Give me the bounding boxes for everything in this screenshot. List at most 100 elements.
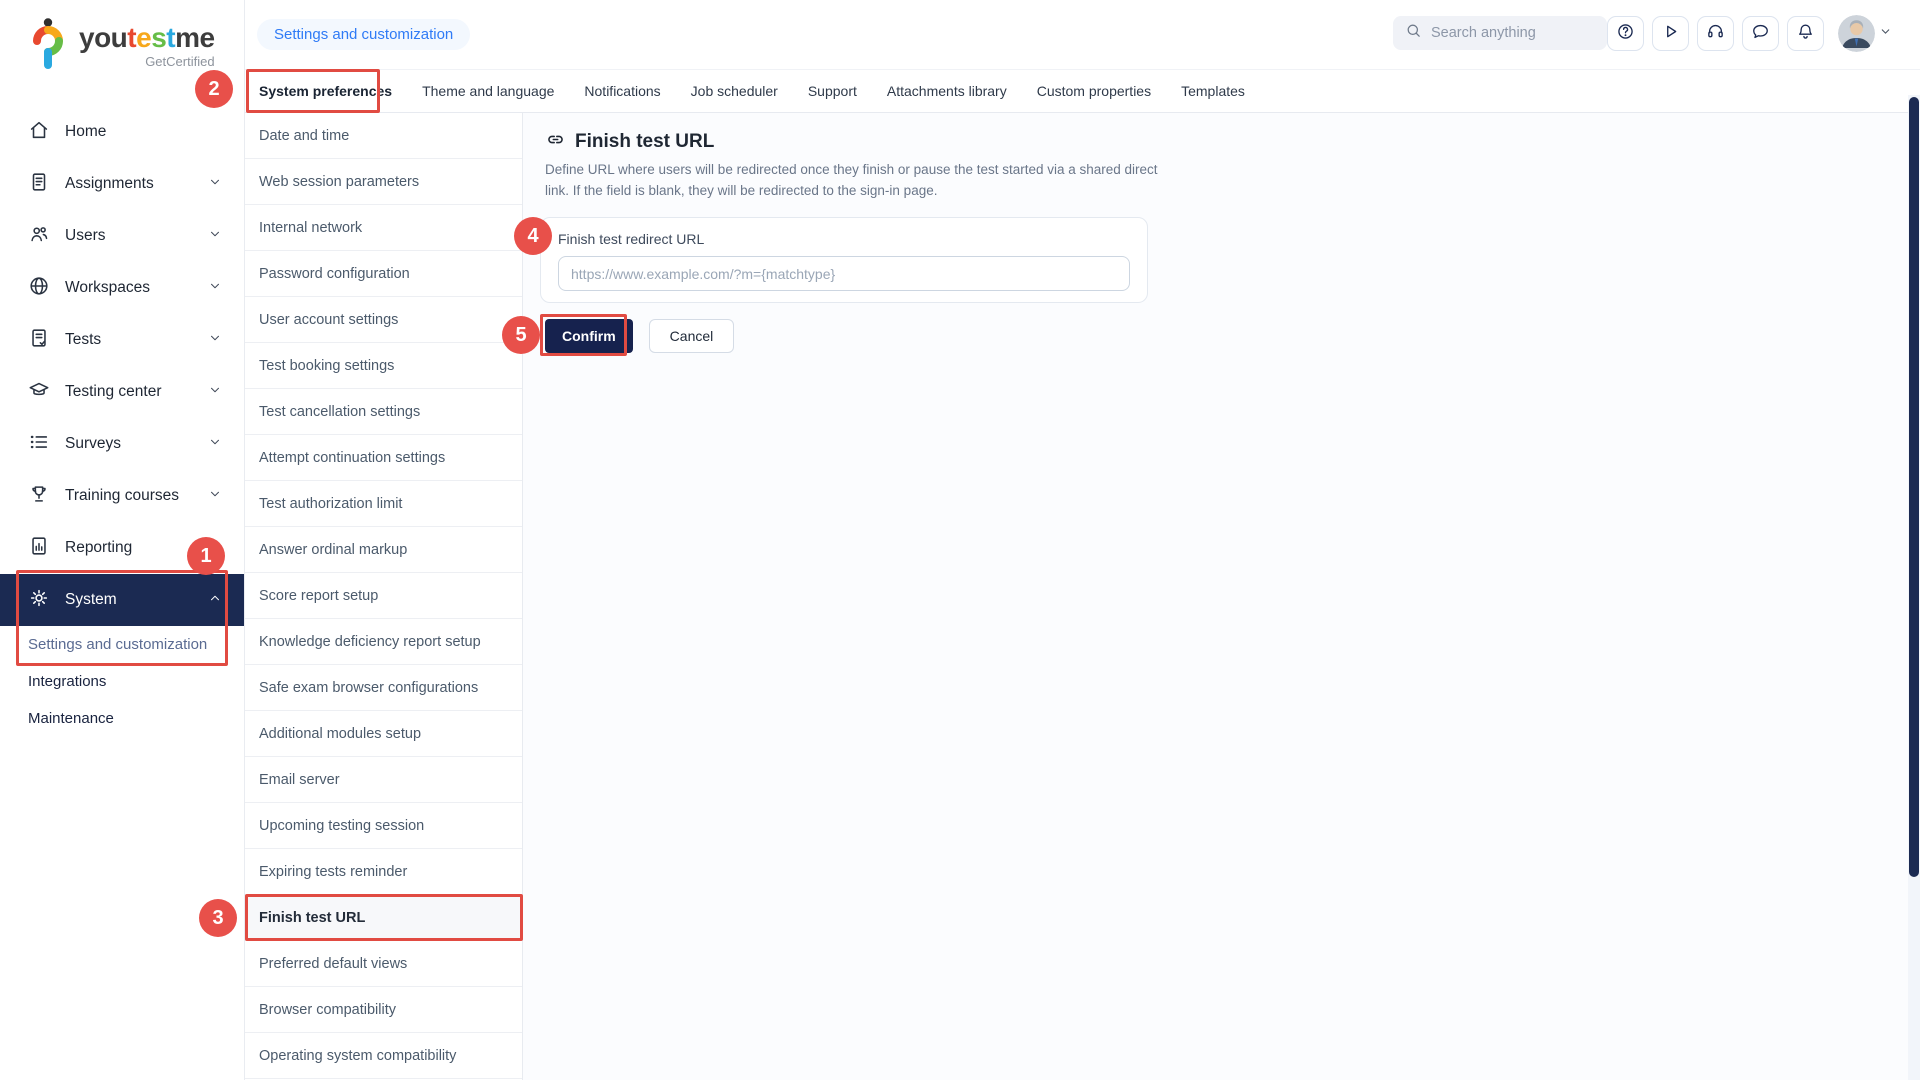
headset-button[interactable] <box>1697 16 1734 51</box>
settings-item-test-cancellation-settings[interactable]: Test cancellation settings <box>245 389 522 435</box>
page: youtestme GetCertified Home Assignments Us… <box>0 0 1920 1080</box>
users-icon <box>28 223 50 250</box>
settings-tabs: System preferences Theme and language Noti… <box>245 70 1908 113</box>
redirect-url-input[interactable] <box>558 256 1130 291</box>
settings-item-user-account-settings[interactable]: User account settings <box>245 297 522 343</box>
settings-item-safe-exam-browser-configurations[interactable]: Safe exam browser configurations <box>245 665 522 711</box>
sidebar-item-label: Testing center <box>65 383 162 401</box>
cancel-button[interactable]: Cancel <box>649 319 735 353</box>
tab-system-preferences[interactable]: System preferences <box>259 83 392 99</box>
annotation-badge-3: 3 <box>199 899 237 937</box>
chat-icon <box>1751 22 1770 46</box>
redirect-url-label: Finish test redirect URL <box>558 231 1130 247</box>
sidebar-item-testing-center[interactable]: Testing center <box>0 366 244 418</box>
tab-job-scheduler[interactable]: Job scheduler <box>691 83 778 99</box>
sidebar-item-tests[interactable]: Tests <box>0 314 244 366</box>
bell-icon <box>1796 22 1815 46</box>
chevron-down-icon <box>208 227 222 246</box>
tab-custom-properties[interactable]: Custom properties <box>1037 83 1151 99</box>
settings-item-expiring-tests-reminder[interactable]: Expiring tests reminder <box>245 849 522 895</box>
training-courses-icon <box>28 483 50 510</box>
settings-item-test-authorization-limit[interactable]: Test authorization limit <box>245 481 522 527</box>
sidebar-subitem-integrations[interactable]: Integrations <box>0 663 244 700</box>
tab-support[interactable]: Support <box>808 83 857 99</box>
sidebar-item-system[interactable]: System <box>0 574 244 626</box>
system-icon <box>28 587 50 614</box>
settings-item-web-session-parameters[interactable]: Web session parameters <box>245 159 522 205</box>
breadcrumb[interactable]: Settings and customization <box>257 19 470 50</box>
sidebar-item-label: Assignments <box>65 175 154 193</box>
scrollbar-track[interactable] <box>1908 95 1920 1080</box>
reporting-icon <box>28 535 50 562</box>
sidebar-item-surveys[interactable]: Surveys <box>0 418 244 470</box>
sidebar-item-home[interactable]: Home <box>0 106 244 158</box>
assignments-icon <box>28 171 50 198</box>
chevron-down-icon <box>208 383 222 402</box>
sidebar-item-label: Users <box>65 227 105 245</box>
user-menu[interactable] <box>1838 15 1892 52</box>
sidebar-subitem-settings-and-customization[interactable]: Settings and customization <box>0 626 244 663</box>
annotation-badge-4: 4 <box>514 217 552 255</box>
settings-list: Date and timeWeb session parametersInter… <box>245 113 523 1080</box>
search-box[interactable] <box>1393 16 1607 50</box>
settings-item-attempt-continuation-settings[interactable]: Attempt continuation settings <box>245 435 522 481</box>
testing-center-icon <box>28 379 50 406</box>
sidebar-item-label: Training courses <box>65 487 179 505</box>
tab-theme-and-language[interactable]: Theme and language <box>422 83 554 99</box>
sidebar-item-label: Surveys <box>65 435 121 453</box>
bell-button[interactable] <box>1787 16 1824 51</box>
settings-item-finish-test-url[interactable]: Finish test URL <box>245 895 522 941</box>
search-icon <box>1405 22 1422 44</box>
sidebar-item-assignments[interactable]: Assignments <box>0 158 244 210</box>
top-header: Settings and customization <box>245 0 1920 70</box>
tab-notifications[interactable]: Notifications <box>584 83 660 99</box>
chevron-down-icon <box>208 435 222 454</box>
surveys-icon <box>28 431 50 458</box>
settings-item-preferred-default-views[interactable]: Preferred default views <box>245 941 522 987</box>
settings-item-browser-compatibility[interactable]: Browser compatibility <box>245 987 522 1033</box>
sidebar-subitem-maintenance[interactable]: Maintenance <box>0 700 244 737</box>
brand-tagline: GetCertified <box>145 54 214 69</box>
chevron-up-icon <box>208 591 222 610</box>
scrollbar-thumb[interactable] <box>1909 97 1919 877</box>
play-button[interactable] <box>1652 16 1689 51</box>
sidebar-item-label: Reporting <box>65 539 132 557</box>
search-input[interactable] <box>1431 25 1595 41</box>
headset-icon <box>1706 22 1725 46</box>
settings-item-operating-system-compatibility[interactable]: Operating system compatibility <box>245 1033 522 1079</box>
play-icon <box>1661 22 1680 46</box>
sidebar-item-workspaces[interactable]: Workspaces <box>0 262 244 314</box>
brand-wordmark: youtestme <box>79 24 215 52</box>
brand-logo[interactable]: youtestme GetCertified <box>0 0 244 77</box>
chat-button[interactable] <box>1742 16 1779 51</box>
settings-item-internal-network[interactable]: Internal network <box>245 205 522 251</box>
sidebar-item-label: Tests <box>65 331 101 349</box>
avatar[interactable] <box>1838 15 1875 52</box>
tab-templates[interactable]: Templates <box>1181 83 1245 99</box>
settings-item-additional-modules-setup[interactable]: Additional modules setup <box>245 711 522 757</box>
settings-item-answer-ordinal-markup[interactable]: Answer ordinal markup <box>245 527 522 573</box>
confirm-button[interactable]: Confirm <box>545 319 633 353</box>
settings-item-knowledge-deficiency-report-setup[interactable]: Knowledge deficiency report setup <box>245 619 522 665</box>
sidebar-item-training-courses[interactable]: Training courses <box>0 470 244 522</box>
settings-item-password-configuration[interactable]: Password configuration <box>245 251 522 297</box>
settings-item-score-report-setup[interactable]: Score report setup <box>245 573 522 619</box>
settings-item-email-server[interactable]: Email server <box>245 757 522 803</box>
workspaces-icon <box>28 275 50 302</box>
settings-item-upcoming-testing-session[interactable]: Upcoming testing session <box>245 803 522 849</box>
settings-item-date-and-time[interactable]: Date and time <box>245 113 522 159</box>
sidebar-item-label: Workspaces <box>65 279 150 297</box>
chevron-down-icon <box>208 175 222 194</box>
help-button[interactable] <box>1607 16 1644 51</box>
chevron-down-icon <box>208 487 222 506</box>
tab-attachments-library[interactable]: Attachments library <box>887 83 1007 99</box>
chevron-down-icon <box>1879 25 1892 43</box>
finish-url-form-card: Finish test redirect URL <box>540 217 1148 303</box>
sidebar-item-label: Home <box>65 123 106 141</box>
settings-item-test-booking-settings[interactable]: Test booking settings <box>245 343 522 389</box>
sidebar-item-users[interactable]: Users <box>0 210 244 262</box>
chevron-down-icon <box>208 279 222 298</box>
annotation-badge-1: 1 <box>187 537 225 575</box>
page-description: Define URL where users will be redirecte… <box>545 160 1163 202</box>
sidebar-item-label: System <box>65 591 117 609</box>
